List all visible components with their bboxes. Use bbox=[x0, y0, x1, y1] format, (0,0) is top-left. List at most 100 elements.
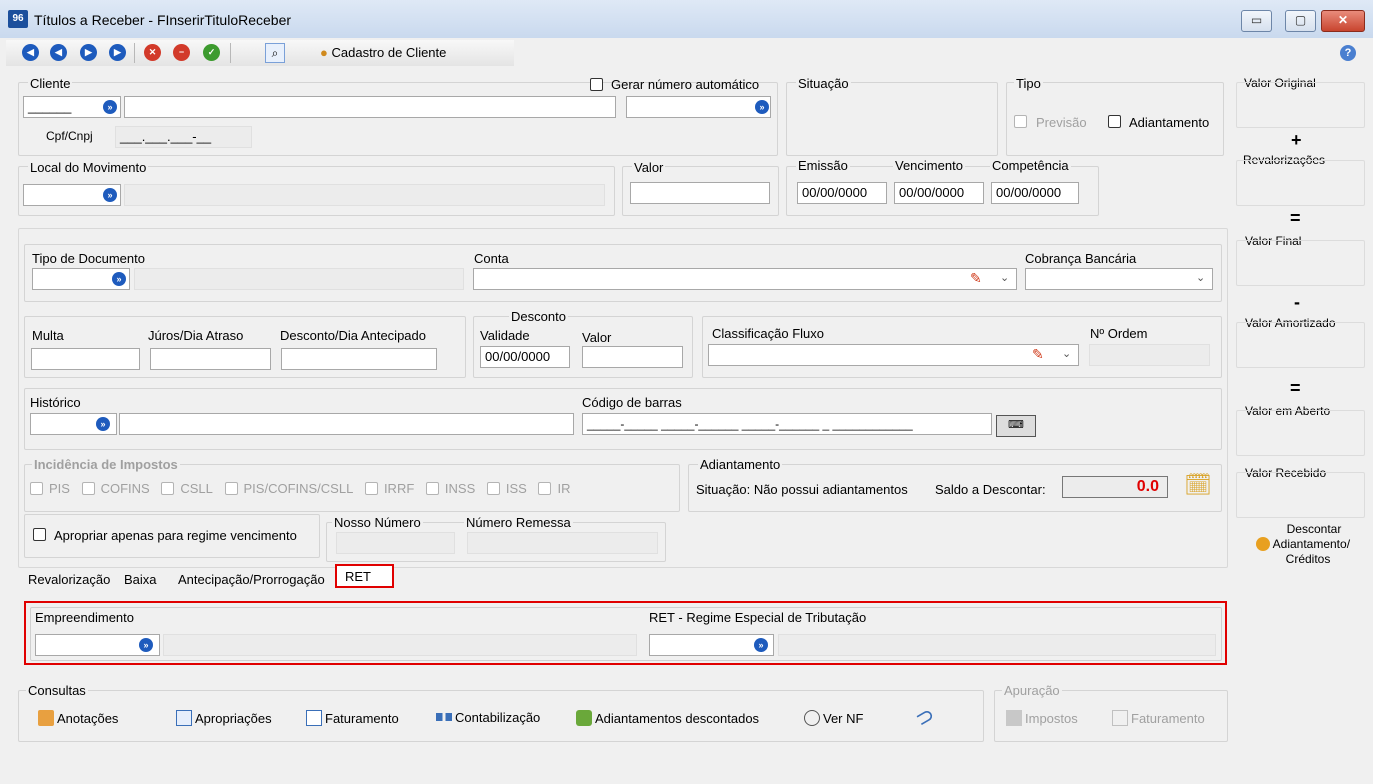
valor-recebido-box bbox=[1236, 472, 1365, 518]
imposto-ir[interactable]: IR bbox=[538, 481, 570, 496]
edit-pencil-icon[interactable]: ✎ bbox=[970, 270, 982, 287]
nosso-numero-label: Nosso Número bbox=[332, 515, 423, 530]
calendar-clock-icon[interactable]: 🗓 bbox=[1184, 472, 1214, 500]
imposto-pis[interactable]: PIS bbox=[30, 481, 70, 496]
tipo-documento-lookup-icon[interactable]: » bbox=[112, 272, 126, 286]
money-icon bbox=[576, 710, 592, 726]
delete-icon[interactable]: − bbox=[173, 44, 190, 61]
valor-final-box bbox=[1236, 240, 1365, 286]
last-record-icon[interactable]: ▶ bbox=[109, 44, 126, 61]
adiantamento-checkbox[interactable] bbox=[1108, 115, 1121, 128]
imposto-irrf[interactable]: IRRF bbox=[364, 481, 414, 496]
search-icon[interactable]: ⌕ bbox=[265, 43, 285, 63]
emissao-input[interactable]: 00/00/0000 bbox=[797, 182, 887, 204]
historico-text-input[interactable] bbox=[119, 413, 574, 435]
desconto-antecipado-input[interactable] bbox=[281, 348, 437, 370]
juros-input[interactable] bbox=[150, 348, 271, 370]
cadastro-cliente-button[interactable]: ● Cadastro de Cliente bbox=[320, 45, 446, 60]
close-button[interactable]: ✕ bbox=[1321, 10, 1365, 32]
first-record-icon[interactable]: ◀ bbox=[22, 44, 39, 61]
local-lookup-icon[interactable]: » bbox=[103, 188, 117, 202]
minimize-button[interactable]: ▭ bbox=[1241, 10, 1272, 32]
apropriar-label: Apropriar apenas para regime vencimento bbox=[54, 528, 297, 543]
anotacoes-button[interactable]: Anotações bbox=[38, 710, 118, 726]
valor-amortizado-box bbox=[1236, 322, 1365, 368]
tab-ret-label: RET bbox=[345, 569, 371, 584]
numero-input[interactable] bbox=[626, 96, 771, 118]
imposto-iss[interactable]: ISS bbox=[486, 481, 527, 496]
apropriar-checkbox[interactable] bbox=[33, 528, 46, 541]
window-title: Títulos a Receber - FInserirTituloRecebe… bbox=[34, 12, 292, 28]
descontar-adiantamento-button[interactable]: Descontar Adiantamento/ Créditos bbox=[1241, 522, 1365, 567]
prev-record-icon[interactable]: ◀ bbox=[50, 44, 67, 61]
historico-label: Histórico bbox=[30, 395, 81, 410]
n-ordem-label: Nº Ordem bbox=[1090, 326, 1148, 341]
impostos-list: PIS COFINS CSLL PIS/COFINS/CSLL IRRF INS… bbox=[30, 481, 570, 496]
n-ordem-input bbox=[1089, 344, 1210, 366]
tab-ret[interactable]: RET bbox=[335, 564, 394, 588]
valor-aberto-box bbox=[1236, 410, 1365, 456]
emissao-value: 00/00/0000 bbox=[802, 185, 868, 200]
numero-remessa-input bbox=[467, 532, 658, 554]
edit-pencil-icon[interactable]: ✎ bbox=[1032, 346, 1044, 363]
apuracao-faturamento-button[interactable]: Faturamento bbox=[1112, 710, 1205, 726]
tab-antecipacao[interactable]: Antecipação/Prorrogação bbox=[178, 572, 325, 587]
numero-lookup-icon[interactable]: » bbox=[755, 100, 769, 114]
impostos-button[interactable]: Impostos bbox=[1006, 710, 1078, 726]
nosso-numero-input bbox=[336, 532, 455, 554]
equals-operator: = bbox=[1290, 208, 1301, 228]
validade-input[interactable]: 00/00/0000 bbox=[480, 346, 570, 368]
desconto-valor-input[interactable] bbox=[582, 346, 683, 368]
chevron-down-icon[interactable]: ⌄ bbox=[1000, 271, 1009, 284]
chevron-down-icon[interactable]: ⌄ bbox=[1062, 347, 1071, 360]
ver-nf-button[interactable]: Ver NF bbox=[804, 710, 863, 726]
chevron-down-icon[interactable]: ⌄ bbox=[1196, 271, 1205, 284]
confirm-icon[interactable]: ✓ bbox=[203, 44, 220, 61]
imposto-cofins[interactable]: COFINS bbox=[81, 481, 150, 496]
previsao-checkbox[interactable] bbox=[1014, 115, 1027, 128]
vencimento-value: 00/00/0000 bbox=[899, 185, 965, 200]
gerar-numero-checkbox[interactable] bbox=[590, 78, 603, 91]
faturamento-button[interactable]: Faturamento bbox=[306, 710, 399, 726]
tab-baixa[interactable]: Baixa bbox=[124, 572, 157, 587]
codigo-barras-input[interactable]: _____-_____ _____-______ _____-______ _ … bbox=[582, 413, 992, 435]
desconto-valor-label: Valor bbox=[582, 330, 612, 345]
imposto-inss[interactable]: INSS bbox=[425, 481, 475, 496]
validade-value: 00/00/0000 bbox=[485, 349, 551, 364]
desconto-label: Desconto bbox=[509, 309, 568, 324]
tab-revalorizacao[interactable]: Revalorização bbox=[28, 572, 110, 587]
imposto-csll[interactable]: CSLL bbox=[161, 481, 213, 496]
vencimento-input[interactable]: 00/00/0000 bbox=[894, 182, 984, 204]
coin-icon bbox=[1255, 537, 1270, 551]
saldo-label: Saldo a Descontar: bbox=[935, 482, 1046, 497]
cancel-icon[interactable]: ✕ bbox=[144, 44, 161, 61]
multa-label: Multa bbox=[32, 328, 64, 343]
cliente-name-input[interactable] bbox=[124, 96, 616, 118]
apropriacoes-button[interactable]: Apropriações bbox=[176, 710, 272, 726]
cpf-input: ___.___.___-__ bbox=[115, 126, 252, 148]
help-icon[interactable]: ? bbox=[1340, 45, 1356, 61]
historico-lookup-icon[interactable]: » bbox=[96, 417, 110, 431]
next-record-icon[interactable]: ▶ bbox=[80, 44, 97, 61]
saldo-value: 0.0 bbox=[1062, 476, 1168, 498]
conta-select[interactable] bbox=[473, 268, 1017, 290]
valor-input[interactable] bbox=[630, 182, 770, 204]
maximize-button[interactable]: ▢ bbox=[1285, 10, 1316, 32]
imposto-pis-cofins-csll[interactable]: PIS/COFINS/CSLL bbox=[224, 481, 353, 496]
regime-lookup-icon[interactable]: » bbox=[754, 638, 768, 652]
competencia-input[interactable]: 00/00/0000 bbox=[991, 182, 1079, 204]
classificacao-select[interactable] bbox=[708, 344, 1079, 366]
cobranca-select[interactable] bbox=[1025, 268, 1213, 290]
cliente-lookup-icon[interactable]: » bbox=[103, 100, 117, 114]
keyboard-icon[interactable]: ⌨ bbox=[996, 415, 1036, 437]
consultas-label: Consultas bbox=[26, 683, 88, 698]
situacao-group bbox=[786, 82, 998, 156]
multa-input[interactable] bbox=[31, 348, 140, 370]
local-label: Local do Movimento bbox=[28, 160, 149, 175]
adiantamentos-descontados-button[interactable]: Adiantamentos descontados bbox=[576, 710, 759, 726]
emissao-label: Emissão bbox=[796, 158, 850, 173]
contabilizacao-button[interactable]: Contabilização bbox=[436, 710, 540, 725]
empreendimento-lookup-icon[interactable]: » bbox=[139, 638, 153, 652]
descontar-line2: Adiantamento/ bbox=[1272, 537, 1351, 551]
apuracao-label: Apuração bbox=[1002, 683, 1062, 698]
